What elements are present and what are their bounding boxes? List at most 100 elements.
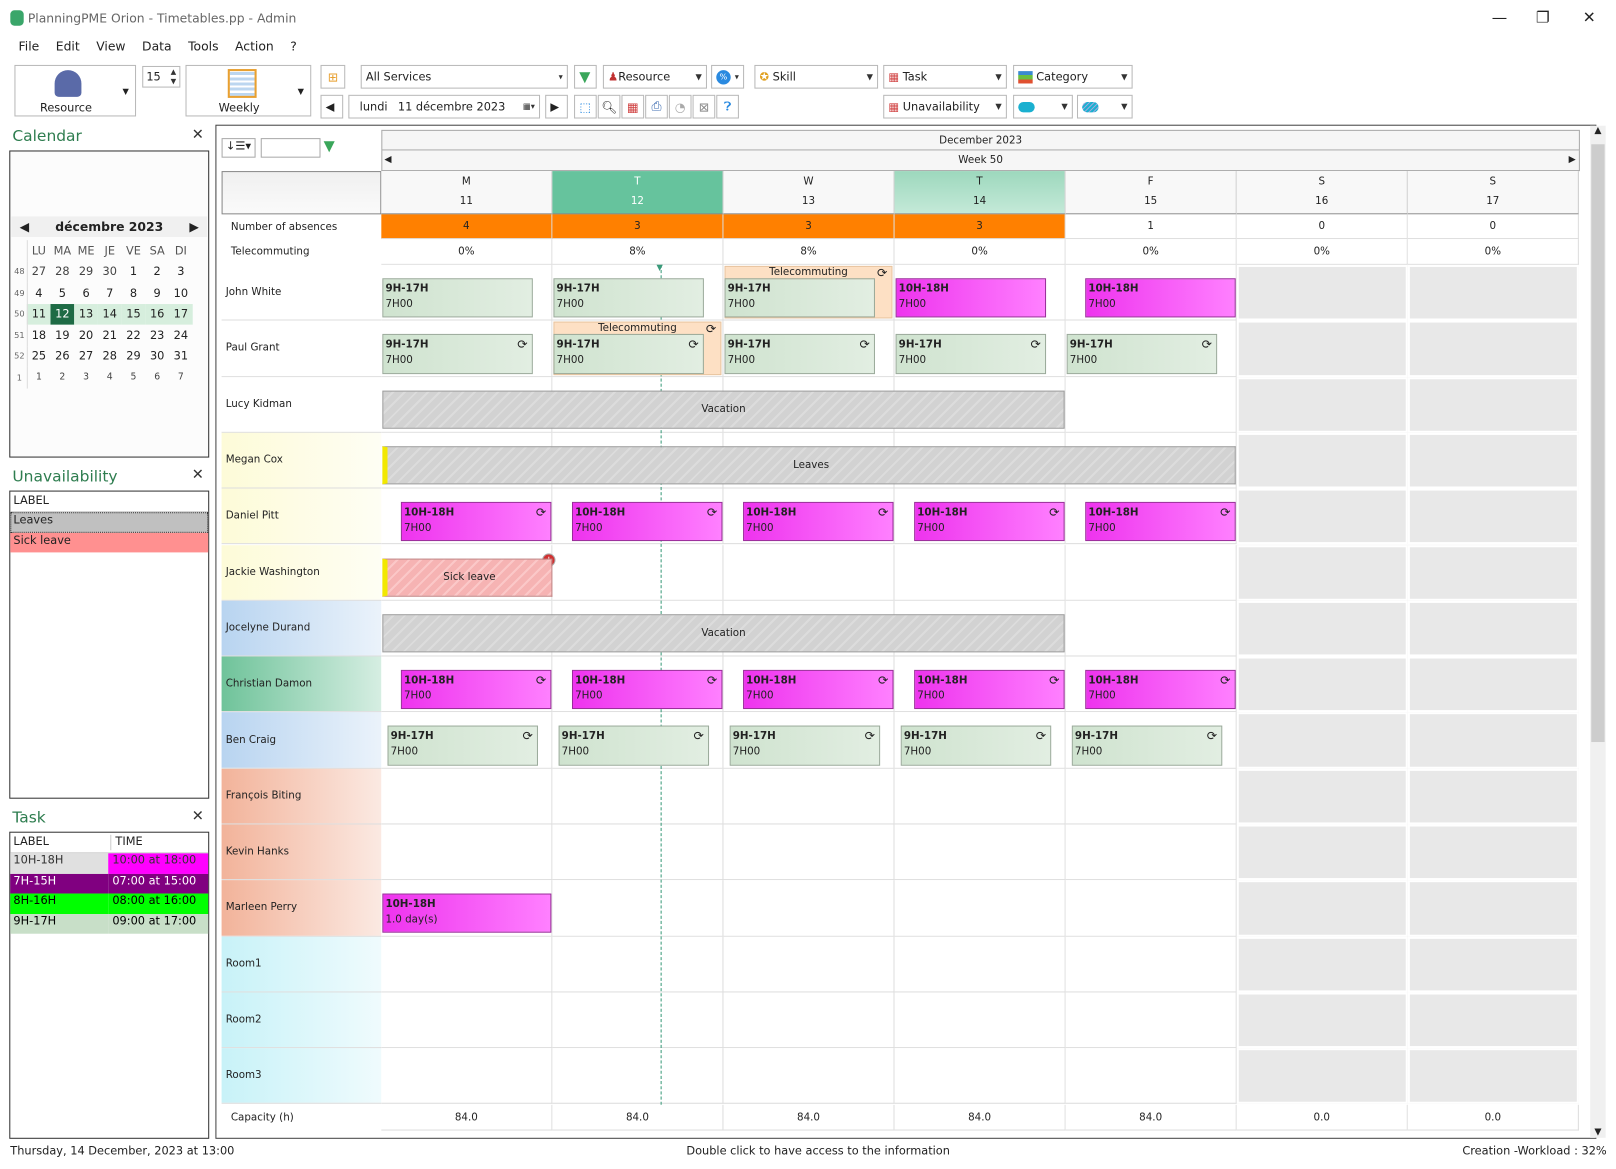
- pie-chart-icon[interactable]: ◔: [668, 94, 692, 119]
- task-bar[interactable]: 10H-18H 7H00 ⟳: [1085, 669, 1236, 710]
- previous-date-button[interactable]: ◀: [320, 94, 344, 119]
- task-bar[interactable]: 10H-18H 7H00 ⟳: [400, 669, 552, 710]
- sick-leave-bar[interactable]: Sick leave: [382, 558, 553, 597]
- scroll-up-icon[interactable]: ▲: [1590, 126, 1605, 136]
- grid-search-input[interactable]: [260, 138, 321, 158]
- calendar-day[interactable]: 11: [26, 303, 51, 325]
- schedule-cell[interactable]: [894, 1048, 1066, 1105]
- schedule-cell[interactable]: [1236, 992, 1408, 1049]
- calendar-day[interactable]: 26: [50, 346, 74, 367]
- day-header[interactable]: F 15: [1065, 171, 1237, 215]
- resource-row-label[interactable]: Jackie Washington: [221, 544, 382, 601]
- schedule-cell[interactable]: [1407, 600, 1579, 657]
- task-bar[interactable]: 10H-18H 7H00 ⟳: [914, 669, 1065, 710]
- menu-tools[interactable]: Tools: [188, 39, 218, 53]
- hatch-dropdown[interactable]: ▼: [1076, 94, 1133, 119]
- calendar-day[interactable]: 27: [27, 261, 51, 282]
- task-item[interactable]: 8H-16H 08:00 at 16:00: [10, 893, 209, 914]
- previous-month-icon[interactable]: ◀: [20, 220, 30, 234]
- grid-filter-icon[interactable]: ▼: [324, 138, 335, 154]
- schedule-cell[interactable]: [1407, 936, 1579, 993]
- task-bar[interactable]: 9H-17H 7H00: [553, 278, 704, 318]
- schedule-cell[interactable]: [1236, 824, 1408, 881]
- task-item[interactable]: 9H-17H 09:00 at 17:00: [10, 913, 209, 934]
- week-next-icon[interactable]: ▶: [1569, 155, 1576, 165]
- date-picker[interactable]: lundi 11 décembre 2023 ▦▾: [348, 94, 541, 119]
- calendar-day[interactable]: 29: [122, 346, 146, 367]
- menu-file[interactable]: File: [19, 39, 40, 53]
- schedule-cell[interactable]: [1236, 320, 1408, 377]
- calendar-day[interactable]: 22: [122, 325, 146, 346]
- calendar-day[interactable]: 12: [50, 303, 75, 325]
- menu-data[interactable]: Data: [142, 39, 172, 53]
- day-header[interactable]: S 16: [1236, 171, 1408, 215]
- calendar-day[interactable]: 28: [98, 346, 122, 367]
- schedule-cell[interactable]: [894, 768, 1066, 825]
- task-bar[interactable]: 10H-18H 7H00 ⟳: [1085, 502, 1236, 542]
- schedule-cell[interactable]: [1407, 320, 1579, 377]
- schedule-cell[interactable]: [1407, 432, 1579, 489]
- calendar-day[interactable]: 14: [97, 303, 122, 325]
- task-bar[interactable]: 9H-17H 7H00 ⟳: [1066, 334, 1218, 374]
- schedule-cell[interactable]: [1065, 824, 1237, 881]
- resource-row-label[interactable]: Room2: [221, 992, 382, 1049]
- task-bar[interactable]: 9H-17H 7H00 ⟳: [1071, 725, 1223, 766]
- day-header[interactable]: S 17: [1407, 171, 1579, 215]
- task-dropdown[interactable]: ▦ Task ▼: [883, 64, 1007, 89]
- schedule-cell[interactable]: [723, 880, 895, 937]
- schedule-cell[interactable]: [1407, 488, 1579, 545]
- task-bar[interactable]: 9H-17H 7H00 ⟳: [724, 334, 875, 374]
- filter-button[interactable]: ▼: [574, 64, 597, 89]
- unavailability-bar[interactable]: 10H-18H 1.0 day(s): [382, 893, 552, 933]
- schedule-cell[interactable]: [1407, 712, 1579, 769]
- task-bar[interactable]: 9H-17H 7H00 ⟳: [729, 725, 881, 766]
- calendar-panel-close-icon[interactable]: ✕: [192, 127, 204, 143]
- task-item[interactable]: 7H-15H 07:00 at 15:00: [10, 873, 209, 894]
- calendar-day[interactable]: 1: [27, 367, 51, 388]
- skill-dropdown[interactable]: ✪ Skill ▼: [754, 64, 879, 89]
- task-bar[interactable]: 9H-17H 7H00: [382, 278, 533, 318]
- schedule-cell[interactable]: [1236, 600, 1408, 657]
- menu-action[interactable]: Action: [235, 39, 274, 53]
- schedule-cell[interactable]: [1407, 656, 1579, 713]
- scroll-down-icon[interactable]: ▼: [1590, 1127, 1605, 1137]
- help-icon[interactable]: ❓︎: [716, 94, 739, 119]
- calendar-day[interactable]: 23: [145, 325, 169, 346]
- day-header[interactable]: W 13: [723, 171, 895, 215]
- day-header[interactable]: T 14: [894, 171, 1066, 215]
- schedule-cell[interactable]: [1065, 936, 1237, 993]
- schedule-cell[interactable]: [1236, 880, 1408, 937]
- schedule-cell[interactable]: [552, 1048, 724, 1105]
- task-bar[interactable]: 9H-17H 7H00 ⟳: [900, 725, 1052, 766]
- calendar-day[interactable]: 1: [122, 261, 146, 282]
- restore-button[interactable]: ❐: [1527, 8, 1558, 27]
- schedule-cell[interactable]: [723, 768, 895, 825]
- schedule-cell[interactable]: [1065, 376, 1237, 433]
- view-mode-button[interactable]: Resource ▼: [14, 64, 137, 117]
- schedule-cell[interactable]: [1065, 768, 1237, 825]
- resource-row-label[interactable]: Daniel Pitt: [221, 488, 382, 545]
- minimize-button[interactable]: —: [1484, 8, 1515, 27]
- search-icon[interactable]: 🔍︎: [597, 94, 621, 119]
- calendar-day[interactable]: 13: [74, 303, 98, 325]
- calendar-day[interactable]: 17: [169, 303, 193, 325]
- schedule-cell[interactable]: [1065, 992, 1237, 1049]
- close-button[interactable]: ✕: [1574, 8, 1605, 27]
- task-bar[interactable]: 9H-17H 7H00: [724, 278, 875, 318]
- calendar-day[interactable]: 7: [169, 367, 193, 388]
- unavailability-bar[interactable]: Vacation: [382, 614, 1065, 653]
- menu-edit[interactable]: Edit: [56, 39, 80, 53]
- task-bar[interactable]: 9H-17H 7H00 ⟳: [387, 725, 538, 766]
- calendar-day[interactable]: 27: [74, 346, 98, 367]
- next-month-icon[interactable]: ▶: [189, 220, 199, 234]
- schedule-cell[interactable]: [1065, 600, 1237, 657]
- spinner-arrows-icon[interactable]: ▲ ▼: [171, 68, 177, 87]
- schedule-cell[interactable]: [552, 880, 724, 937]
- calendar-day[interactable]: 4: [27, 282, 51, 303]
- schedule-cell[interactable]: [1236, 376, 1408, 433]
- resource-row-label[interactable]: Room3: [221, 1048, 382, 1105]
- schedule-cell[interactable]: [381, 992, 553, 1049]
- calendar-day[interactable]: 31: [169, 346, 193, 367]
- schedule-cell[interactable]: [381, 824, 553, 881]
- schedule-cell[interactable]: [381, 1048, 553, 1105]
